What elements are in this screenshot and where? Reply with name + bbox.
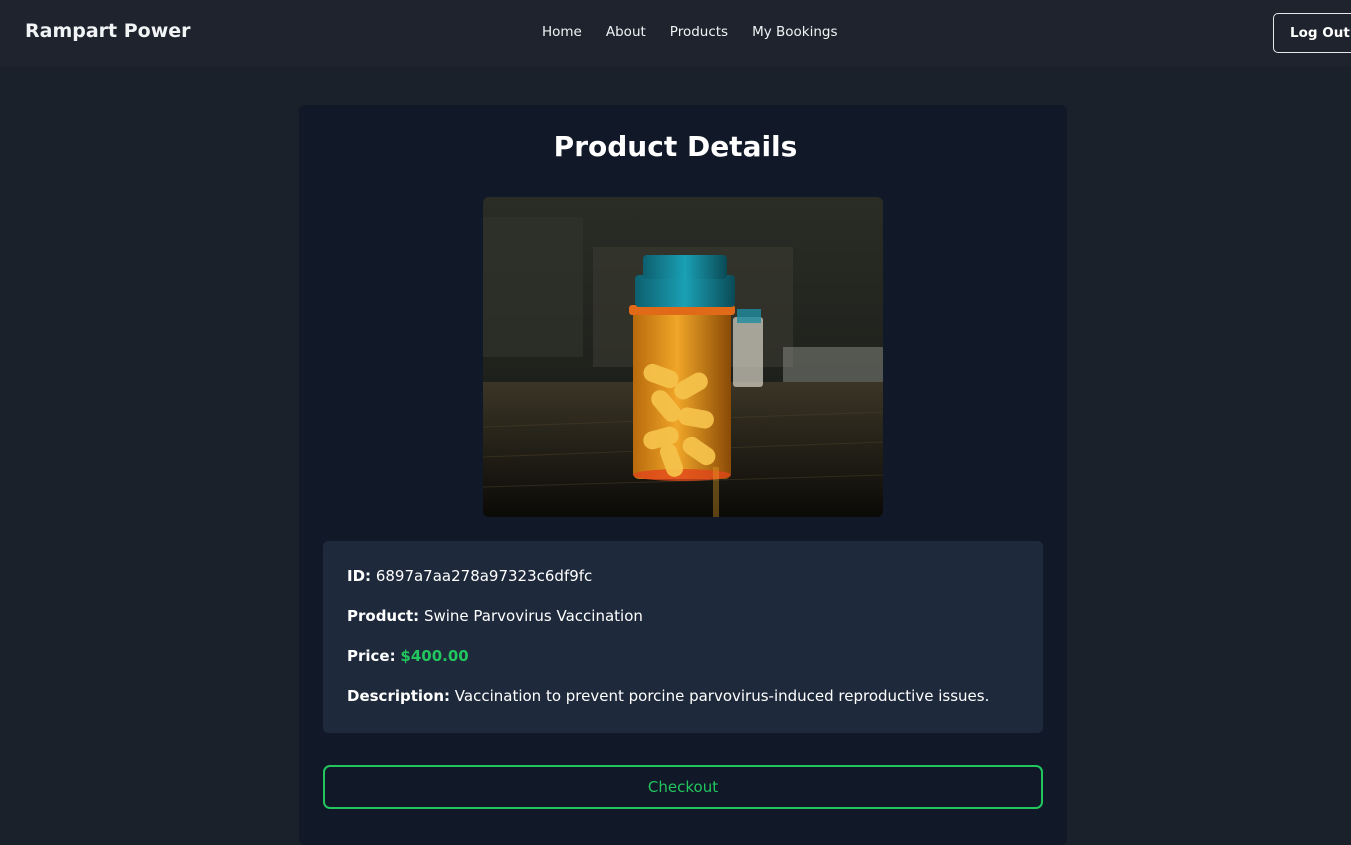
product-description-value: Vaccination to prevent porcine parvoviru… <box>454 687 990 705</box>
product-description-label: Description: <box>347 687 451 705</box>
nav-link-my-bookings[interactable]: My Bookings <box>752 24 837 40</box>
product-price-value: $400.00 <box>400 647 469 665</box>
product-id-row: ID: 6897a7aa278a97323c6df9fc <box>347 567 592 585</box>
product-price-label: Price: <box>347 647 396 665</box>
pill-bottle-photo-icon <box>483 197 883 517</box>
nav-link-products[interactable]: Products <box>670 24 728 40</box>
top-navbar: Rampart Power Home About Products My Boo… <box>0 0 1351 66</box>
product-id-value: 6897a7aa278a97323c6df9fc <box>375 567 593 585</box>
logout-button[interactable]: Log Out <box>1273 13 1351 53</box>
product-id-label: ID: <box>347 567 372 585</box>
product-name-value: Swine Parvovirus Vaccination <box>423 607 643 625</box>
nav-link-home[interactable]: Home <box>542 24 582 40</box>
product-name-row: Product: Swine Parvovirus Vaccination <box>347 607 643 625</box>
page-title: Product Details <box>553 130 798 163</box>
brand-logo[interactable]: Rampart Power <box>25 20 191 42</box>
nav-links: Home About Products My Bookings <box>542 24 838 40</box>
nav-link-about[interactable]: About <box>606 24 646 40</box>
product-name-label: Product: <box>347 607 420 625</box>
product-description-row: Description: Vaccination to prevent porc… <box>347 687 989 705</box>
checkout-button[interactable]: Checkout <box>323 765 1043 809</box>
product-image <box>483 197 883 517</box>
product-price-row: Price: $400.00 <box>347 647 469 665</box>
